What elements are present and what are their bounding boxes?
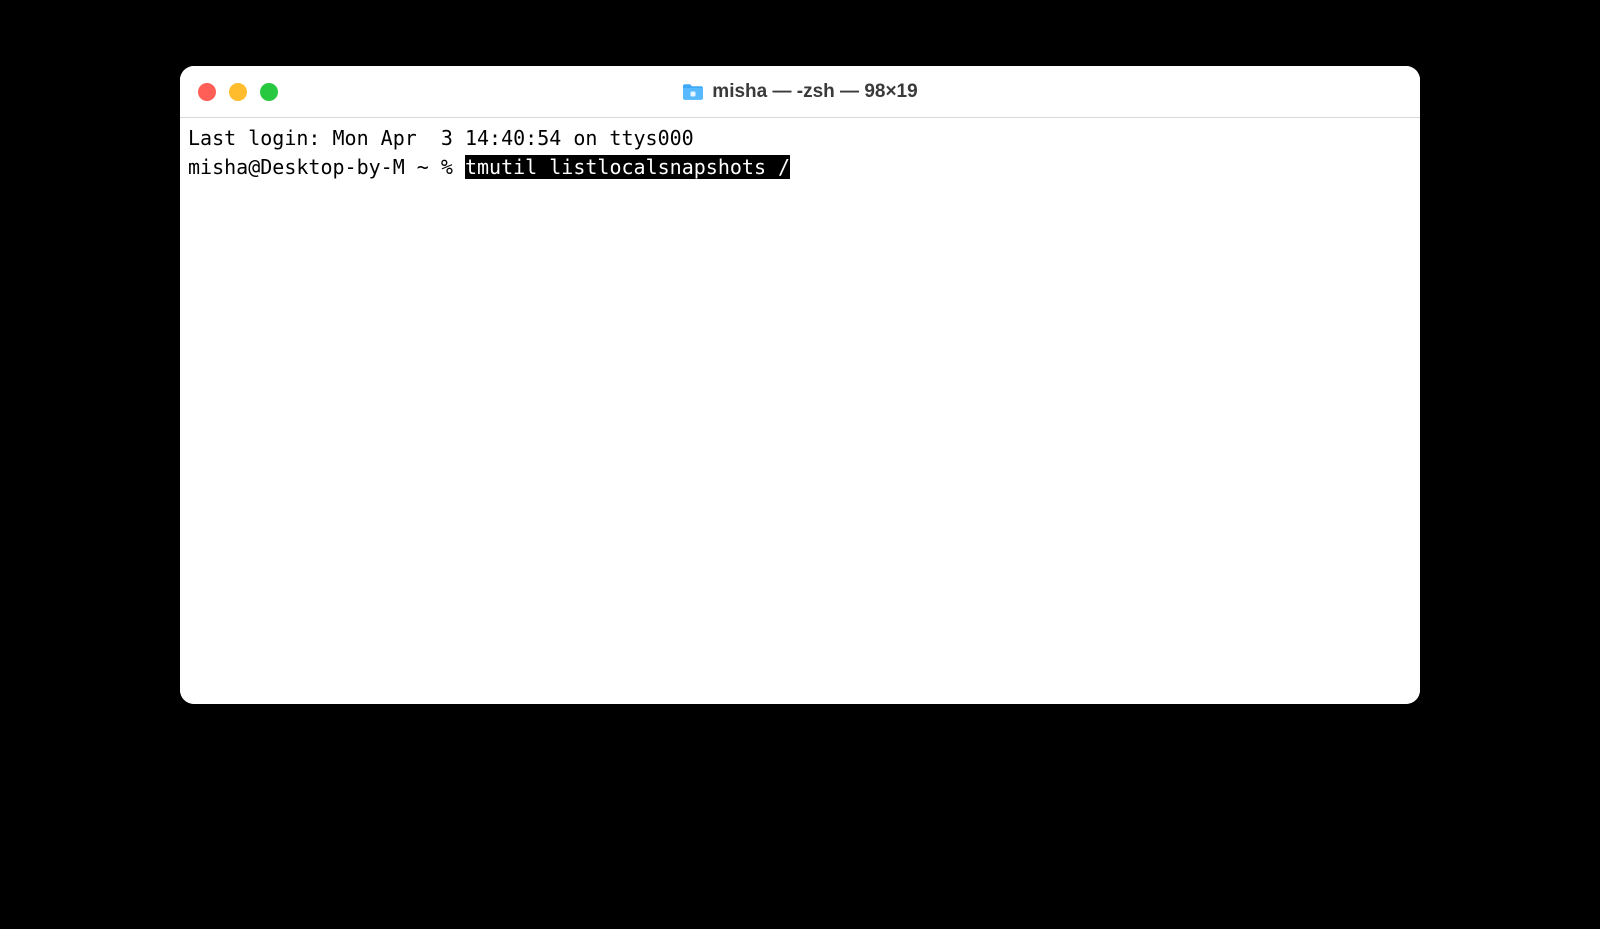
terminal-window: misha — -zsh — 98×19 Last login: Mon Apr…	[180, 66, 1420, 704]
traffic-lights	[198, 83, 278, 101]
close-window-button[interactable]	[198, 83, 216, 101]
window-title-group: misha — -zsh — 98×19	[180, 81, 1420, 103]
terminal-prompt: misha@Desktop-by-M ~ %	[188, 155, 465, 179]
folder-icon	[682, 83, 704, 101]
maximize-window-button[interactable]	[260, 83, 278, 101]
terminal-command-selection[interactable]: tmutil listlocalsnapshots /	[465, 155, 790, 179]
minimize-window-button[interactable]	[229, 83, 247, 101]
window-title: misha — -zsh — 98×19	[712, 81, 917, 103]
terminal-prompt-line: misha@Desktop-by-M ~ % tmutil listlocals…	[188, 153, 1412, 182]
terminal-body[interactable]: Last login: Mon Apr 3 14:40:54 on ttys00…	[180, 118, 1420, 704]
terminal-output-line: Last login: Mon Apr 3 14:40:54 on ttys00…	[188, 124, 1412, 153]
window-titlebar: misha — -zsh — 98×19	[180, 66, 1420, 118]
